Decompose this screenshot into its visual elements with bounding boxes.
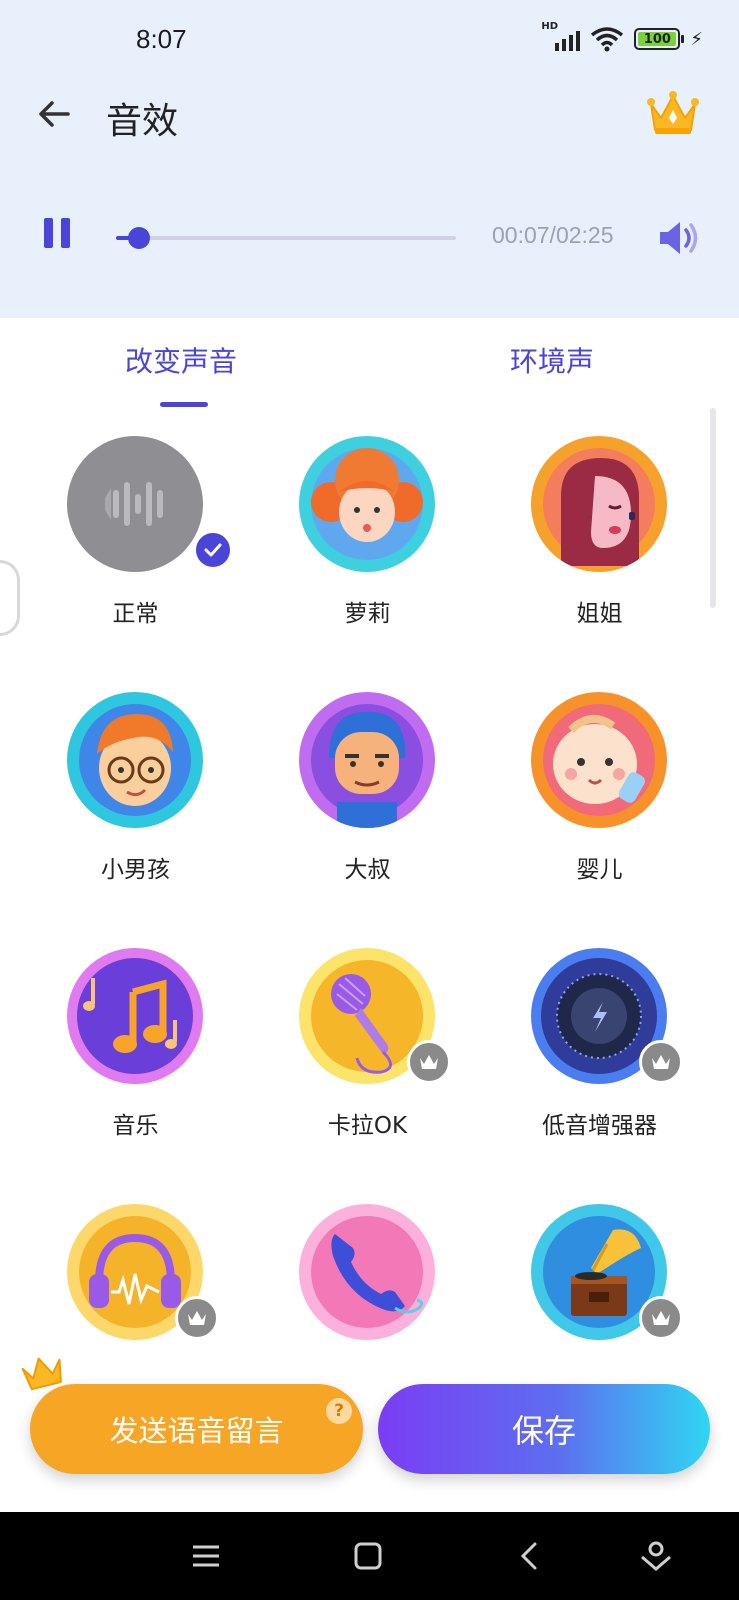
effect-label: 低音增强器 [542, 1113, 657, 1139]
crown-icon [647, 91, 699, 134]
effect-item-sister[interactable]: 姐姐 [484, 420, 715, 676]
effect-label: 小男孩 [101, 857, 170, 883]
music-note-icon [67, 948, 203, 1084]
signal-icon: HD [541, 21, 581, 51]
effect-label: 卡拉OK [327, 1113, 408, 1139]
boy-glasses-icon [67, 692, 203, 828]
premium-crown-badge [639, 1296, 683, 1340]
help-icon[interactable]: ? [326, 1398, 352, 1424]
normal-wave-icon [67, 436, 203, 572]
pause-bar [44, 218, 53, 248]
uncle-man-icon [299, 692, 435, 828]
menu-nav-button[interactable] [184, 1534, 228, 1578]
status-icons: HD 100 ⚡ [541, 21, 703, 52]
system-nav-bar [0, 1512, 739, 1600]
premium-crown-badge [407, 1040, 451, 1084]
effect-item-telephone[interactable] [252, 1188, 483, 1340]
effect-item-boy[interactable]: 小男孩 [20, 676, 251, 932]
page-title: 音效 [106, 101, 179, 142]
chevron-left-icon [520, 1542, 537, 1570]
telephone-icon [299, 1204, 435, 1340]
seek-thumb[interactable] [127, 227, 150, 249]
tab-indicator [160, 402, 208, 407]
selected-check-icon [193, 530, 233, 570]
effect-label: 大叔 [344, 857, 391, 883]
send-voicemail-button[interactable]: 发送语音留言 [30, 1384, 363, 1474]
menu-icon [193, 1545, 219, 1567]
tab-bar: 改变声音 环境声 [0, 318, 739, 408]
network-type-label: HD [541, 21, 559, 32]
save-label: 保存 [511, 1412, 576, 1450]
pause-bar [61, 218, 70, 248]
playback-time: 00:07/02:25 [492, 222, 614, 248]
sister-woman-icon [531, 436, 667, 572]
back-button[interactable] [30, 90, 78, 138]
premium-crown-button[interactable] [645, 88, 701, 138]
crown-icon [18, 1350, 68, 1394]
battery-level: 100 [638, 32, 677, 47]
tab-ambient-sound[interactable]: 环境声 [510, 340, 594, 380]
effect-item-normal[interactable]: 正常 [20, 420, 251, 676]
effect-label: 萝莉 [344, 601, 391, 627]
premium-crown-badge [175, 1296, 219, 1340]
bottom-actions: 发送语音留言 ? 保存 [0, 1340, 739, 1480]
volume-button[interactable] [656, 216, 700, 260]
charging-icon: ⚡ [690, 28, 703, 50]
app-bar: 音效 [0, 80, 739, 152]
effect-item-uncle[interactable]: 大叔 [252, 676, 483, 932]
effect-label: 婴儿 [576, 857, 623, 883]
loli-girl-icon [299, 436, 435, 572]
assistant-nav-button[interactable] [634, 1534, 678, 1578]
effect-label: 正常 [112, 601, 159, 627]
pause-button[interactable] [44, 218, 78, 252]
home-square-icon [354, 1542, 382, 1570]
send-voicemail-label: 发送语音留言 [109, 1414, 284, 1448]
speaker-icon [660, 222, 698, 254]
wifi-icon [591, 27, 624, 52]
tab-change-voice[interactable]: 改变声音 [125, 340, 237, 380]
effect-label: 姐姐 [576, 601, 623, 627]
effect-label: 音乐 [112, 1113, 159, 1139]
effects-grid: 正常 萝莉 姐姐 小男孩 大叔 婴儿 音乐 卡拉OK 低音增强器 [0, 420, 739, 1340]
battery-icon: 100 [634, 28, 685, 50]
status-bar: 8:07 HD 100 ⚡ [0, 0, 739, 80]
audio-player: 00:07/02:25 [0, 200, 739, 280]
baby-icon [531, 692, 667, 828]
effect-item-gramophone[interactable] [484, 1188, 715, 1340]
effect-item-baby[interactable]: 婴儿 [484, 676, 715, 932]
header-area: 8:07 HD 100 ⚡ 音效 00:07/02:25 [0, 0, 739, 318]
home-nav-button[interactable] [346, 1534, 390, 1578]
save-button[interactable]: 保存 [378, 1384, 710, 1474]
effect-item-music[interactable]: 音乐 [20, 932, 251, 1188]
effect-item-headphones[interactable] [20, 1188, 251, 1340]
effect-item-bass-booster[interactable]: 低音增强器 [484, 932, 715, 1188]
effect-item-karaoke[interactable]: 卡拉OK [252, 932, 483, 1188]
seek-bar[interactable] [116, 227, 456, 249]
assistant-icon [641, 1541, 671, 1571]
status-time: 8:07 [136, 24, 187, 54]
back-nav-button[interactable] [508, 1534, 552, 1578]
effect-item-loli[interactable]: 萝莉 [252, 420, 483, 676]
arrow-left-icon [39, 101, 70, 127]
premium-crown-badge [639, 1040, 683, 1084]
